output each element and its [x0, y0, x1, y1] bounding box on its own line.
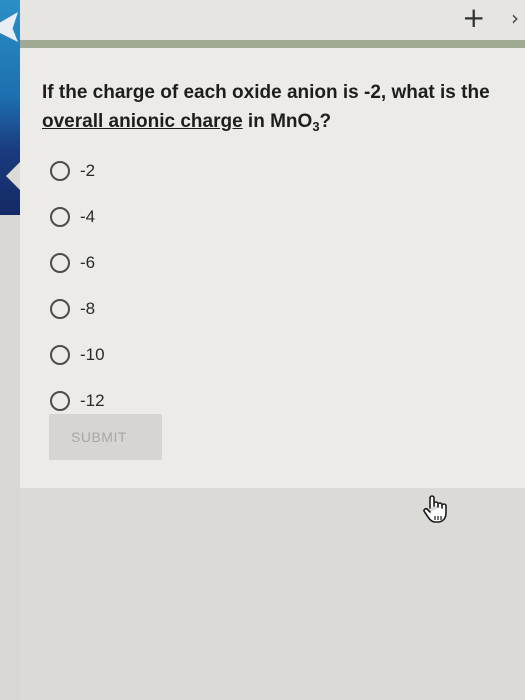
radio-button[interactable] — [50, 207, 70, 227]
hand-pointer-icon-svg — [423, 495, 447, 523]
hand-pointer-icon — [422, 494, 448, 531]
option-5[interactable]: -10 — [50, 332, 105, 378]
question-text: If the charge of each oxide anion is -2,… — [42, 78, 512, 141]
option-4[interactable]: -8 — [50, 286, 105, 332]
option-2[interactable]: -4 — [50, 194, 105, 240]
option-1[interactable]: -2 — [50, 148, 105, 194]
option-label: -12 — [80, 391, 105, 410]
radio-button[interactable] — [50, 299, 70, 319]
question-prefix: If the charge of each oxide anion is -2,… — [42, 82, 490, 103]
radio-button[interactable] — [50, 391, 70, 411]
question-suffix: ? — [319, 111, 332, 132]
option-label: -6 — [80, 253, 96, 272]
side-panel-logo-icon — [0, 12, 18, 42]
answer-options: -2 -4 -6 -8 -10 -12 — [50, 148, 105, 424]
question-middle: in MnO — [247, 111, 313, 132]
chevron-right-icon[interactable]: › — [511, 6, 519, 30]
question-subscript: 3 — [312, 119, 320, 134]
radio-button[interactable] — [50, 253, 70, 273]
page-background — [20, 488, 525, 700]
plus-icon[interactable]: + — [462, 4, 485, 32]
radio-button[interactable] — [50, 345, 70, 365]
question-emphasis: overall anionic charge — [42, 111, 243, 132]
option-label: -8 — [80, 299, 96, 318]
option-label: -2 — [80, 161, 96, 180]
radio-button[interactable] — [50, 161, 70, 181]
option-3[interactable]: -6 — [50, 240, 105, 286]
collapse-arrow-icon[interactable] — [6, 162, 20, 190]
option-label: -10 — [80, 345, 105, 364]
submit-button[interactable]: SUBMIT — [49, 414, 162, 460]
top-bar: + › — [0, 0, 525, 40]
option-label: -4 — [80, 207, 96, 226]
side-panel — [0, 0, 20, 215]
header-rule — [20, 40, 525, 48]
question-card: If the charge of each oxide anion is -2,… — [20, 48, 525, 488]
